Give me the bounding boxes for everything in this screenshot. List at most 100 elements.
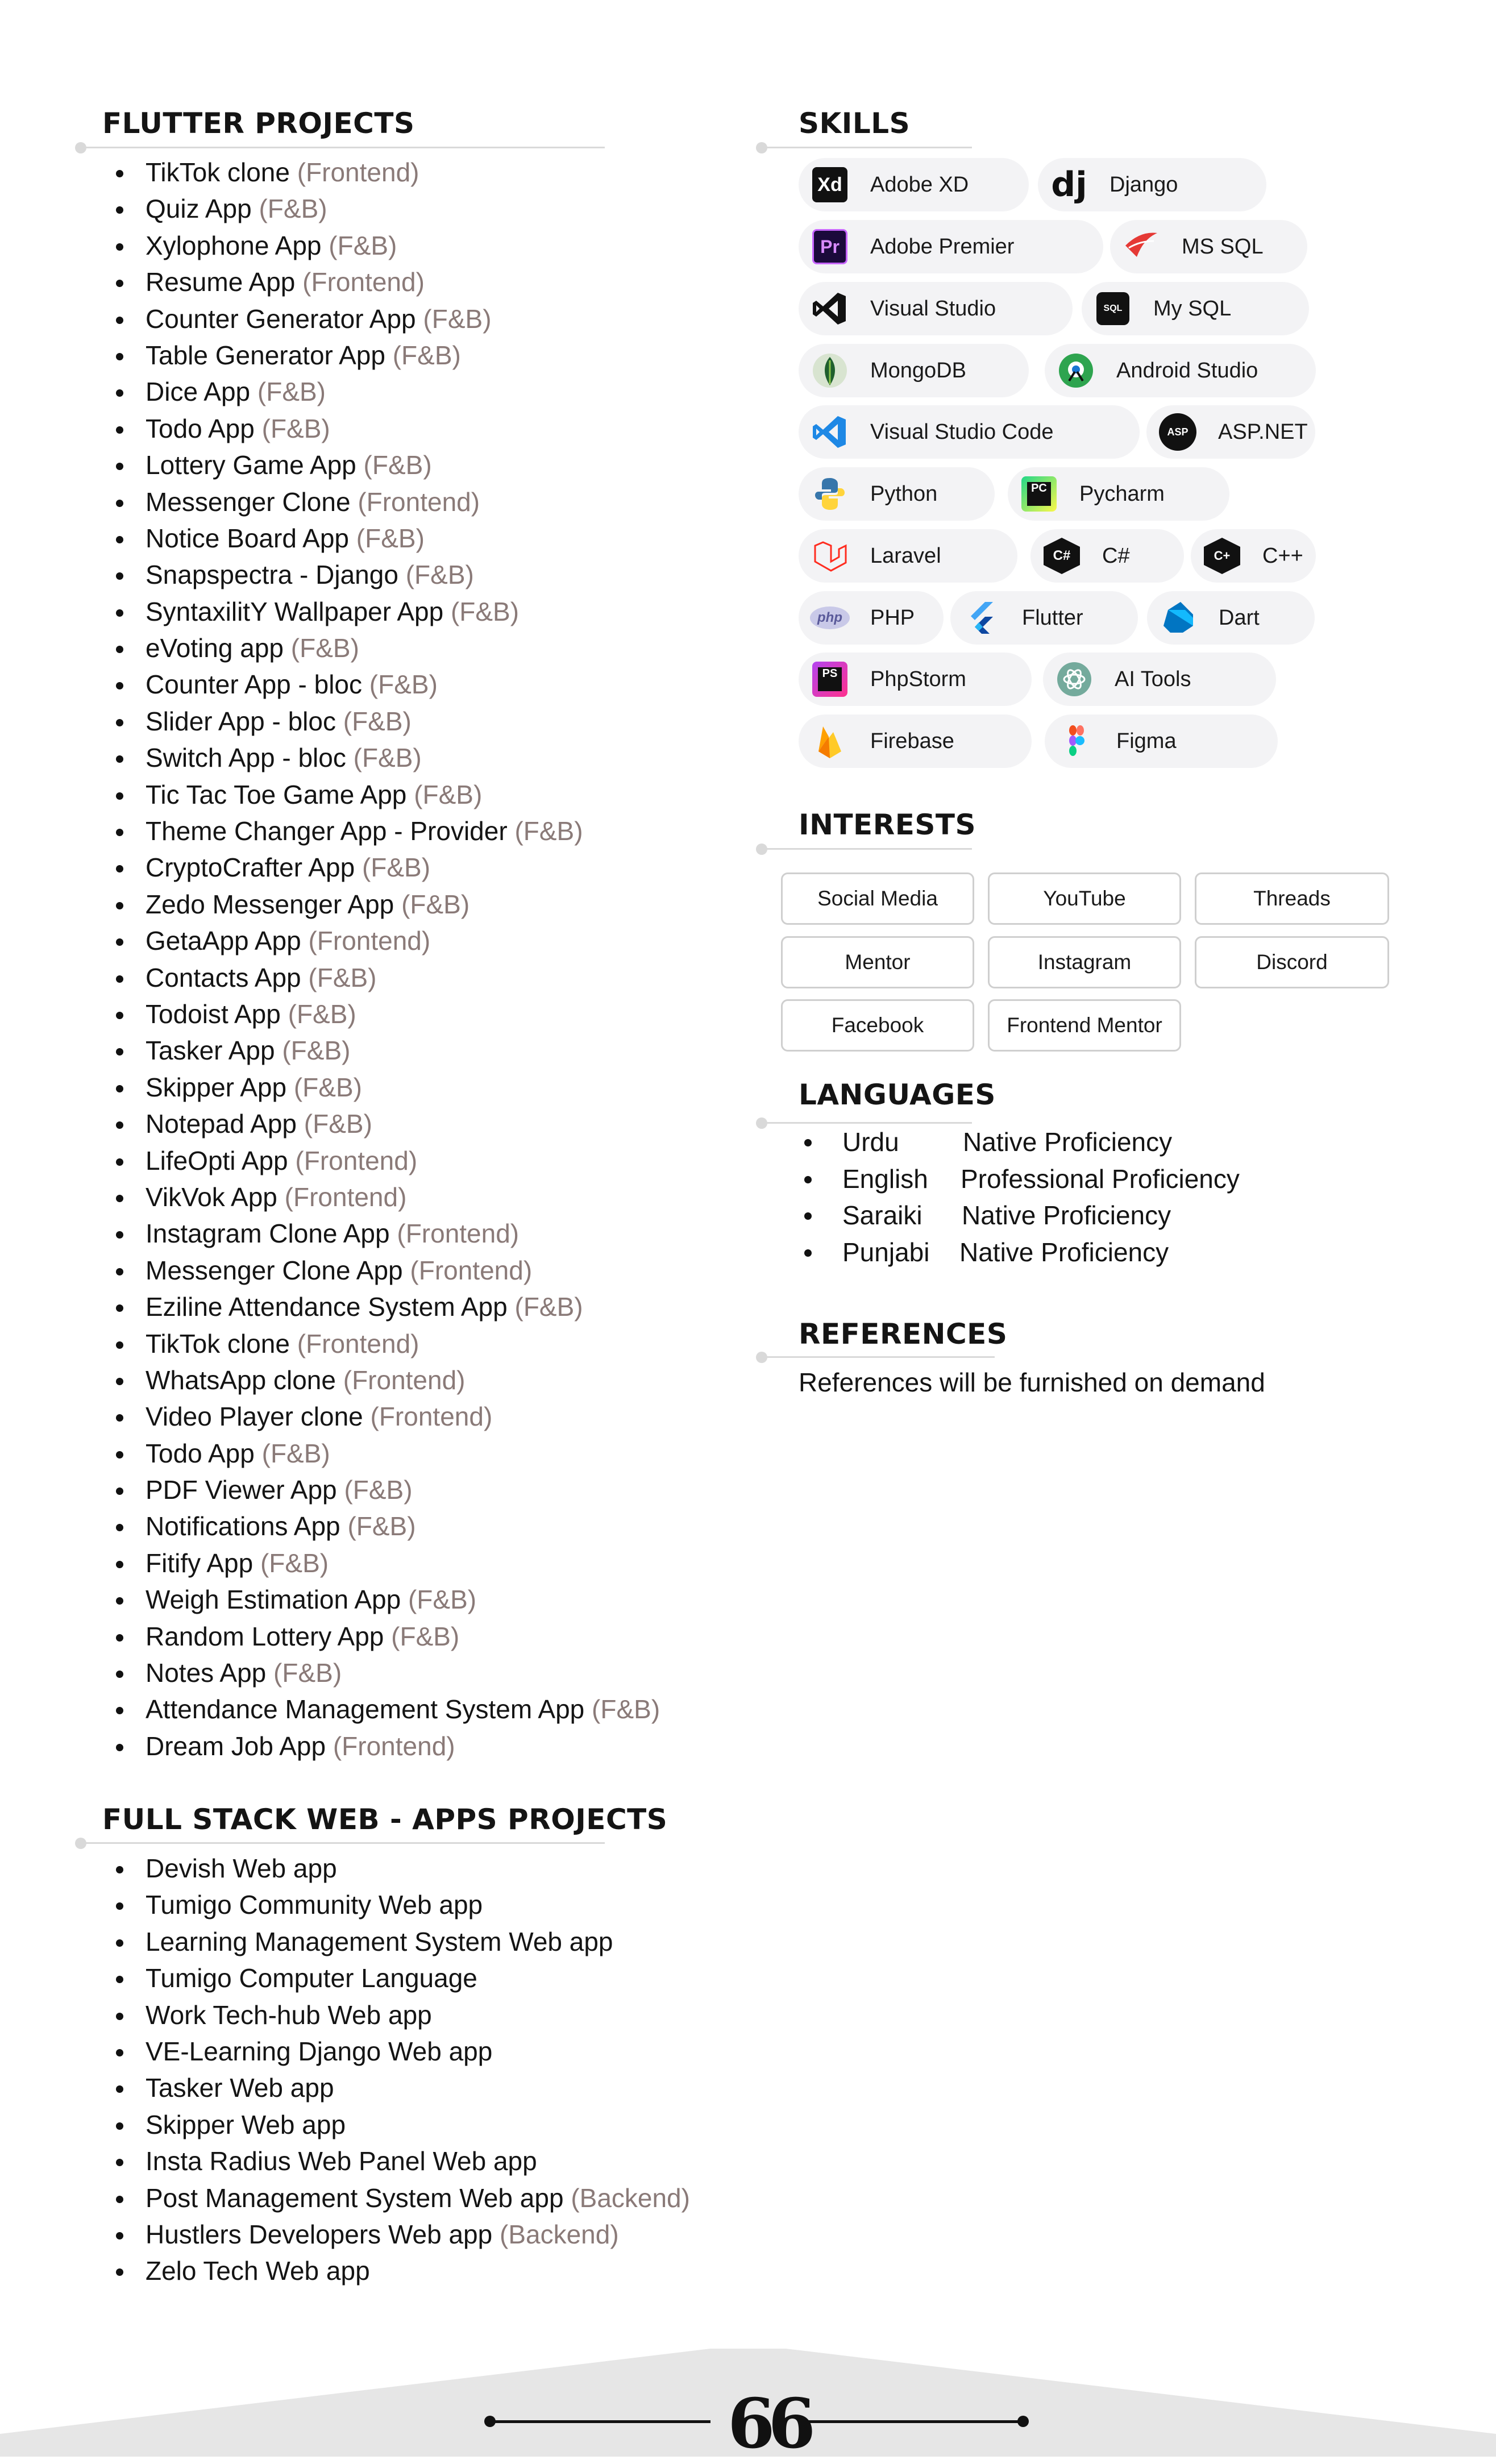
project-tag: (F&B)	[405, 560, 474, 590]
project-name: Notepad App	[146, 1109, 297, 1139]
project-name: Resume App	[146, 267, 296, 297]
project-item: Slider App - bloc (F&B)	[102, 703, 660, 739]
project-name: Contacts App	[146, 962, 301, 992]
project-name: Todo App	[146, 413, 255, 443]
project-item: Snapspectra - Django (F&B)	[102, 556, 660, 593]
references-title: REFERENCES	[799, 1318, 1008, 1351]
skill-pill: Laravel	[799, 529, 1017, 583]
project-tag: (Frontend)	[297, 157, 419, 187]
skill-label: Laravel	[870, 543, 941, 568]
skill-label: Figma	[1116, 729, 1177, 753]
project-name: Zelo Tech Web app	[146, 2256, 370, 2286]
project-item: Todo App (F&B)	[102, 410, 660, 447]
project-tag: (F&B)	[423, 304, 492, 334]
project-name: Snapspectra - Django	[146, 560, 398, 590]
skill-pill: PS PhpStorm	[799, 653, 1032, 706]
project-name: Messenger Clone	[146, 487, 351, 517]
project-name: Dream Job App	[146, 1731, 326, 1761]
project-name: Random Lottery App	[146, 1621, 384, 1651]
project-item: Tumigo Computer Language	[102, 1960, 690, 1996]
skill-pill: Android Studio	[1045, 344, 1316, 397]
project-tag: (Frontend)	[397, 1219, 520, 1249]
project-tag: (F&B)	[347, 1511, 416, 1541]
project-name: CryptoCrafter App	[146, 853, 355, 883]
flutter-projects-title: FLUTTER PROJECTS	[102, 107, 415, 140]
project-tag: (F&B)	[290, 633, 359, 663]
vscode-icon	[810, 412, 850, 452]
language-name: English	[804, 1161, 928, 1197]
project-item: Random Lottery App (F&B)	[102, 1618, 660, 1655]
language-level: Native Proficiency	[962, 1200, 1171, 1230]
project-item: Tumigo Community Web app	[102, 1887, 690, 1923]
skill-label: MS SQL	[1182, 234, 1264, 259]
project-item: WhatsApp clone (Frontend)	[102, 1362, 660, 1398]
project-name: Weigh Estimation App	[146, 1585, 401, 1615]
project-name: Messenger Clone App	[146, 1255, 403, 1285]
project-item: Skipper App (F&B)	[102, 1069, 660, 1106]
interests-title: INTERESTS	[799, 808, 976, 841]
project-name: Xylophone App	[146, 230, 322, 260]
project-name: Instagram Clone App	[146, 1219, 390, 1249]
fullstack-project-list: Devish Web app Tumigo Community Web app Le…	[102, 1850, 690, 2290]
quote-icon: 66	[728, 2390, 816, 2458]
skill-label: Adobe Premier	[870, 234, 1015, 259]
skill-label: C++	[1262, 543, 1303, 568]
skills-title: SKILLS	[799, 107, 911, 140]
project-item: PDF Viewer App (F&B)	[102, 1472, 660, 1508]
references-header: REFERENCES	[799, 1318, 1007, 1351]
project-tag: (F&B)	[356, 523, 425, 553]
android-studio-icon	[1056, 351, 1096, 390]
project-tag: (F&B)	[353, 743, 422, 773]
language-level: Native Proficiency	[963, 1127, 1173, 1157]
project-name: Notice Board App	[146, 523, 350, 553]
skill-label: Python	[870, 481, 938, 506]
mongodb-icon	[810, 351, 850, 390]
project-tag: (F&B)	[329, 230, 397, 260]
project-name: eVoting app	[146, 633, 284, 663]
skill-pill: php PHP	[799, 591, 944, 645]
project-item: LifeOpti App (Frontend)	[102, 1142, 660, 1179]
skill-pill: C# C#	[1030, 529, 1184, 583]
project-tag: (F&B)	[363, 450, 432, 480]
project-name: Quiz App	[146, 194, 252, 224]
project-name: WhatsApp clone	[146, 1365, 336, 1395]
project-name: Tic Tac Toe Game App	[146, 779, 407, 809]
project-item: TikTok clone (Frontend)	[102, 154, 660, 190]
skill-pill: Dart	[1147, 591, 1315, 645]
section-rule	[81, 147, 605, 148]
language-level: Professional Proficiency	[961, 1164, 1240, 1194]
project-item: Theme Changer App - Provider (F&B)	[102, 813, 660, 849]
references-text: References will be furnished on demand	[799, 1368, 1265, 1397]
project-name: GetaApp App	[146, 926, 301, 956]
ai-tools-icon	[1054, 659, 1094, 699]
project-name: Fitify App	[146, 1548, 254, 1578]
project-tag: (Frontend)	[302, 267, 425, 297]
project-tag: (Frontend)	[308, 926, 431, 956]
skill-label: C#	[1102, 543, 1130, 568]
project-item: Dream Job App (Frontend)	[102, 1728, 660, 1764]
cpp-icon: C+	[1202, 536, 1242, 576]
project-name: Slider App - bloc	[146, 706, 336, 736]
fullstack-projects-title: FULL STACK WEB - APPS PROJECTS	[102, 1803, 668, 1836]
project-tag: (Frontend)	[343, 1365, 466, 1395]
project-tag: (F&B)	[391, 1621, 460, 1651]
project-item: Counter Generator App (F&B)	[102, 301, 660, 337]
project-item: SyntaxilitY Wallpaper App (F&B)	[102, 593, 660, 630]
skill-pill: ASP ASP.NET	[1146, 405, 1315, 459]
section-rule	[762, 1356, 995, 1358]
project-tag: (F&B)	[592, 1694, 660, 1725]
project-item: Zelo Tech Web app	[102, 2253, 690, 2289]
skill-label: Firebase	[870, 729, 954, 753]
project-name: Skipper Web app	[146, 2109, 346, 2139]
project-tag: (F&B)	[288, 999, 356, 1029]
project-name: Notifications App	[146, 1511, 340, 1541]
project-item: Insta Radius Web Panel Web app	[102, 2143, 690, 2179]
skill-label: Adobe XD	[870, 172, 969, 197]
project-item: Work Tech-hub Web app	[102, 1997, 690, 2033]
project-item: TikTok clone (Frontend)	[102, 1326, 660, 1362]
skill-label: Android Studio	[1116, 358, 1258, 383]
interest-chip: YouTube	[988, 872, 1181, 925]
project-item: VE-Learning Django Web app	[102, 2033, 690, 2070]
skills-header: SKILLS	[799, 107, 910, 140]
skill-pill: MS SQL	[1110, 220, 1307, 273]
